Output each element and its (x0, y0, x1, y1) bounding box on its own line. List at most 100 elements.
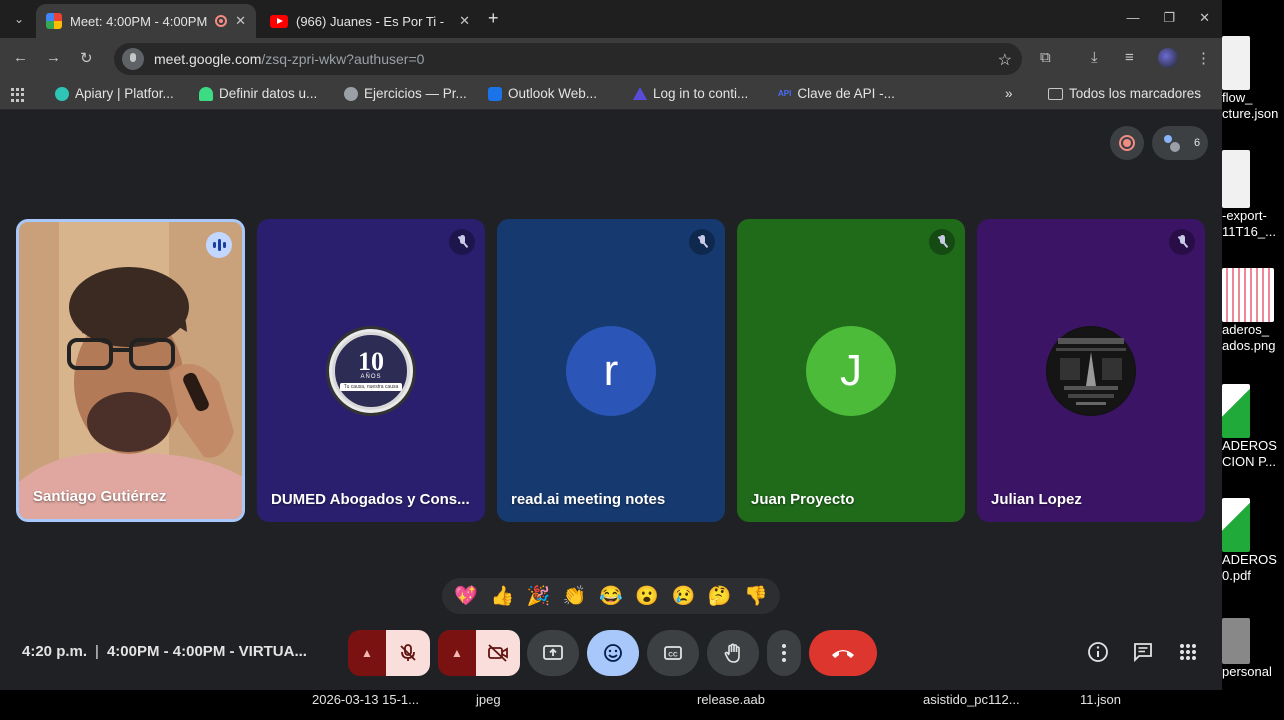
present-screen-button[interactable] (527, 630, 579, 676)
tab-search-chevron-icon[interactable]: ⌄ (8, 8, 30, 30)
tab-meet[interactable]: Meet: 4:00PM - 4:00PM ✕ (36, 4, 256, 38)
youtube-favicon-icon (270, 14, 288, 28)
desktop-file[interactable]: flow_ cture.json (1222, 36, 1284, 122)
browser-menu-icon[interactable]: ⋮ (1196, 49, 1211, 67)
tab-youtube[interactable]: (966) Juanes - Es Por Ti - ✕ (260, 4, 480, 38)
media-controls-icon[interactable]: ≡ (1125, 49, 1134, 66)
reaction-thumbs-up[interactable]: 👍 (490, 584, 514, 608)
leave-call-button[interactable] (809, 630, 877, 676)
reaction-surprised[interactable]: 😮 (635, 584, 659, 608)
reaction-clap[interactable]: 👏 (563, 584, 587, 608)
bookmark-label: Definir datos u... (219, 86, 318, 101)
bookmarks-overflow-icon[interactable]: » (1005, 86, 1013, 101)
bookmark-label: Apiary | Platfor... (75, 86, 174, 101)
file-label[interactable]: jpeg (476, 692, 501, 707)
recording-indicator-icon (215, 15, 228, 27)
meet-content: 6 Santiago Gutiérrez 10 AÑOS Tu causa, n… (0, 110, 1222, 690)
reload-icon[interactable]: ↻ (80, 49, 93, 67)
svg-text:CC: CC (668, 652, 678, 659)
reaction-heart[interactable]: 💖 (454, 584, 478, 608)
file-label[interactable]: asistido_pc112... (923, 692, 1020, 707)
file-label: ADEROS (1222, 438, 1277, 453)
back-arrow-icon[interactable]: ← (13, 49, 28, 66)
captions-button[interactable]: CC (647, 630, 699, 676)
url-path: /zsq-zpri-wkw?authuser=0 (261, 51, 425, 67)
smiley-icon (604, 644, 622, 662)
bookmark-item[interactable]: API Clave de API -... (778, 86, 895, 101)
hang-up-icon (832, 650, 854, 658)
minimize-icon[interactable]: — (1126, 10, 1139, 26)
reaction-party[interactable]: 🎉 (527, 584, 551, 608)
close-tab-icon[interactable]: ✕ (235, 13, 246, 29)
close-tab-icon[interactable]: ✕ (459, 13, 470, 29)
desktop-file[interactable]: ADEROS CION P... (1222, 384, 1284, 470)
camera-toggle-button[interactable] (476, 630, 520, 676)
bookmark-item[interactable]: Log in to conti... (633, 86, 748, 101)
bookmark-label: Log in to conti... (653, 86, 749, 101)
new-tab-plus-icon[interactable]: + (488, 8, 499, 28)
bookmark-star-icon[interactable]: ☆ (998, 50, 1012, 70)
browser-window: ⌄ Meet: 4:00PM - 4:00PM ✕ (966) Juanes -… (0, 0, 1222, 690)
reaction-laugh[interactable]: 😂 (599, 584, 623, 608)
desktop-file[interactable]: -export- 11T16_... (1222, 150, 1284, 240)
file-label: aderos_ (1222, 322, 1269, 337)
bookmark-item[interactable]: Ejercicios — Pr... (344, 86, 467, 101)
bookmarks-bar: Apiary | Platfor... Definir datos u... E… (0, 80, 1222, 110)
file-label[interactable]: 11.json (1080, 692, 1121, 707)
mic-toggle-button[interactable] (386, 630, 430, 676)
participant-name: Santiago Gutiérrez (33, 488, 167, 505)
address-bar[interactable]: meet.google.com/zsq-zpri-wkw?authuser=0 … (114, 43, 1022, 75)
reaction-sad[interactable]: 😢 (672, 584, 696, 608)
file-label[interactable]: 2026-03-13 15-1... (312, 692, 419, 707)
desktop-file[interactable]: ADEROS 0.pdf (1222, 498, 1284, 584)
meeting-details-info-icon[interactable] (1086, 640, 1110, 664)
spreadsheet-icon (1222, 384, 1250, 438)
bookmark-item[interactable]: Apiary | Platfor... (55, 86, 174, 101)
profile-avatar[interactable] (1158, 48, 1178, 68)
file-label[interactable]: release.aab (697, 692, 765, 707)
activities-grid-icon[interactable] (1176, 640, 1200, 664)
participant-tile-readai[interactable]: r read.ai meeting notes (497, 219, 725, 522)
participants-button[interactable]: 6 (1152, 126, 1208, 160)
participant-tile-julian[interactable]: Julian Lopez (977, 219, 1205, 522)
restore-icon[interactable]: ❐ (1163, 10, 1175, 26)
audio-options-chevron-icon[interactable]: ▲ (348, 630, 386, 676)
reactions-button[interactable] (587, 630, 639, 676)
all-bookmarks-label: Todos los marcadores (1069, 86, 1202, 101)
file-icon (1222, 36, 1250, 90)
desktop-file[interactable]: personal (1222, 618, 1284, 680)
captions-icon: CC (664, 646, 682, 660)
apiary-icon (55, 86, 69, 101)
participant-name: Juan Proyecto (751, 491, 855, 508)
participant-tile-juan[interactable]: J Juan Proyecto (737, 219, 965, 522)
participant-avatar-image (1046, 325, 1136, 416)
bookmark-item[interactable]: Outlook Web... (488, 86, 597, 101)
reaction-thumbs-down[interactable]: 👎 (744, 584, 768, 608)
raise-hand-button[interactable] (707, 630, 759, 676)
forward-arrow-icon[interactable]: → (46, 49, 61, 66)
folder-icon (1048, 87, 1063, 100)
all-bookmarks-folder[interactable]: Todos los marcadores (1048, 86, 1201, 101)
chat-icon[interactable] (1131, 640, 1155, 664)
meet-favicon-icon (46, 13, 62, 29)
file-label: -export- (1222, 208, 1267, 223)
mic-off-icon (449, 229, 475, 255)
tab-title: (966) Juanes - Es Por Ti - (296, 13, 445, 29)
more-options-button[interactable] (767, 630, 801, 676)
video-options-chevron-icon[interactable]: ▲ (438, 630, 476, 676)
download-icon[interactable]: ⤓ (1091, 49, 1098, 66)
recording-icon[interactable] (1110, 126, 1144, 160)
bookmark-item[interactable]: Definir datos u... (199, 86, 317, 101)
site-info-icon[interactable] (122, 48, 144, 70)
participant-name: Julian Lopez (991, 491, 1082, 508)
close-window-icon[interactable]: ✕ (1199, 10, 1210, 26)
apps-grid-icon[interactable] (11, 88, 25, 102)
extensions-puzzle-icon[interactable]: ⧉ (1040, 49, 1051, 66)
mic-off-icon (689, 229, 715, 255)
logo-number: 10 (358, 347, 384, 376)
reaction-thinking[interactable]: 🤔 (708, 584, 732, 608)
participant-tile-santiago[interactable]: Santiago Gutiérrez (16, 219, 245, 522)
participant-avatar: r (566, 325, 656, 416)
participant-tile-dumed[interactable]: 10 AÑOS Tu causa, nuestra causa DUMED Ab… (257, 219, 485, 522)
desktop-file[interactable]: aderos_ ados.png (1222, 268, 1284, 354)
